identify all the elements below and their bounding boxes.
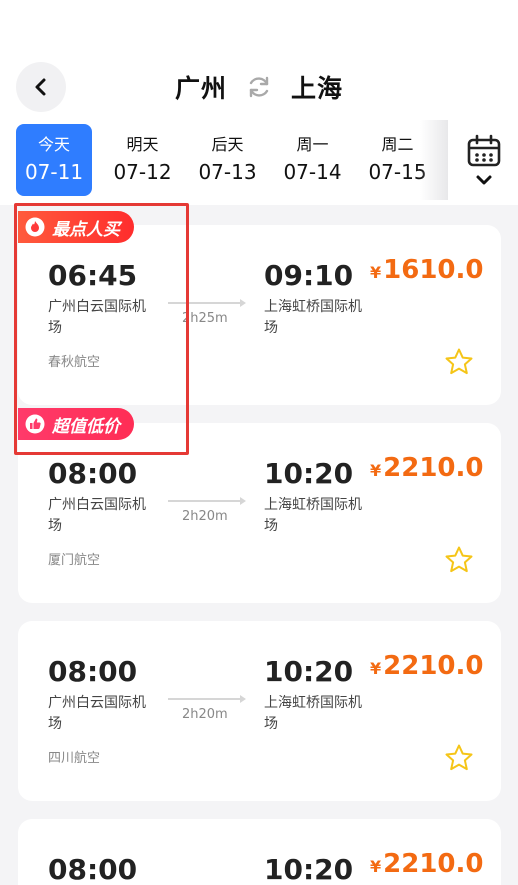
departure-airport: 广州白云国际机场 xyxy=(48,299,146,336)
fire-icon xyxy=(24,216,46,238)
badge-label: 超值低价 xyxy=(52,416,120,437)
date-tab-date: 07-11 xyxy=(24,160,84,184)
airline-name: 春秋航空 xyxy=(48,355,101,370)
date-tab-date: 07-14 xyxy=(283,160,342,184)
route-header: 广州 上海 xyxy=(0,62,518,112)
swap-icon[interactable] xyxy=(245,73,273,101)
arrival-time: 09:10 xyxy=(264,259,354,292)
date-selector: 今天 07-11 明天 07-12 后天 07-13 周一 07-14 周二 0… xyxy=(16,124,446,196)
most-bought-badge: 最点人买 xyxy=(18,211,134,243)
date-tab-dow: 今天 xyxy=(37,135,70,154)
flight-card[interactable]: 06:45 广州白云国际机场 2h25m 09:10 上海虹桥国际机场 春秋航空… xyxy=(18,225,501,405)
airline-name: 厦门航空 xyxy=(48,553,101,568)
from-city[interactable]: 广州 xyxy=(175,69,227,105)
departure-time: 08:00 xyxy=(48,853,138,885)
arrival-time: 10:20 xyxy=(264,655,354,688)
departure-time: 06:45 xyxy=(48,259,138,292)
chevron-down-icon xyxy=(476,175,492,185)
route-arrow xyxy=(168,497,246,505)
arrival-airport: 上海虹桥国际机场 xyxy=(264,695,362,732)
date-tab-dow: 周一 xyxy=(296,135,329,154)
flight-price: ¥ 1610.0 xyxy=(370,255,483,285)
airline-name: 四川航空 xyxy=(48,751,101,766)
flight-duration: 2h20m xyxy=(182,509,228,524)
arrival-airport: 上海虹桥国际机场 xyxy=(264,299,362,336)
date-tab-date: 07-15 xyxy=(368,160,427,184)
flight-duration: 2h25m xyxy=(182,311,228,326)
star-icon[interactable] xyxy=(444,743,474,773)
flight-price: ¥ 2210.0 xyxy=(370,453,483,483)
price-amount: 2210.0 xyxy=(383,453,484,483)
flight-card[interactable]: 08:00 广州白云国际机场 2h20m 10:20 上海虹桥国际机场 厦门航空… xyxy=(18,423,501,603)
departure-time: 08:00 xyxy=(48,655,138,688)
currency-symbol: ¥ xyxy=(370,263,382,282)
value-low-price-badge: 超值低价 xyxy=(18,408,134,440)
departure-airport: 广州白云国际机场 xyxy=(48,695,146,732)
arrival-time: 10:20 xyxy=(264,457,354,490)
currency-symbol: ¥ xyxy=(370,659,382,678)
departure-airport: 广州白云国际机场 xyxy=(48,497,146,534)
date-tab-tomorrow[interactable]: 明天 07-12 xyxy=(100,124,185,196)
calendar-icon xyxy=(467,134,501,167)
currency-symbol: ¥ xyxy=(370,857,382,876)
flight-card[interactable]: 08:00 10:20 ¥ 2210.0 xyxy=(18,819,501,885)
to-city[interactable]: 上海 xyxy=(291,69,343,105)
date-scroll-fade xyxy=(420,120,448,200)
calendar-button[interactable] xyxy=(458,134,510,196)
flight-price: ¥ 2210.0 xyxy=(370,849,483,879)
thumbs-up-icon xyxy=(24,413,46,435)
date-tab-monday[interactable]: 周一 07-14 xyxy=(270,124,355,196)
badge-label: 最点人买 xyxy=(52,219,120,240)
date-tab-dow: 周二 xyxy=(381,135,414,154)
route-arrow xyxy=(168,299,246,307)
flight-price: ¥ 2210.0 xyxy=(370,651,483,681)
date-tab-dow: 后天 xyxy=(211,135,244,154)
date-tab-date: 07-12 xyxy=(113,160,172,184)
arrival-time: 10:20 xyxy=(264,853,354,885)
flight-card[interactable]: 08:00 广州白云国际机场 2h20m 10:20 上海虹桥国际机场 四川航空… xyxy=(18,621,501,801)
departure-time: 08:00 xyxy=(48,457,138,490)
price-amount: 1610.0 xyxy=(383,255,484,285)
date-tab-today[interactable]: 今天 07-11 xyxy=(16,124,92,196)
price-amount: 2210.0 xyxy=(383,651,484,681)
route-arrow xyxy=(168,695,246,703)
arrival-airport: 上海虹桥国际机场 xyxy=(264,497,362,534)
flight-duration: 2h20m xyxy=(182,707,228,722)
date-tab-date: 07-13 xyxy=(198,160,257,184)
currency-symbol: ¥ xyxy=(370,461,382,480)
star-icon[interactable] xyxy=(444,347,474,377)
price-amount: 2210.0 xyxy=(383,849,484,879)
star-icon[interactable] xyxy=(444,545,474,575)
date-tab-day-after[interactable]: 后天 07-13 xyxy=(185,124,270,196)
date-tab-dow: 明天 xyxy=(126,135,159,154)
